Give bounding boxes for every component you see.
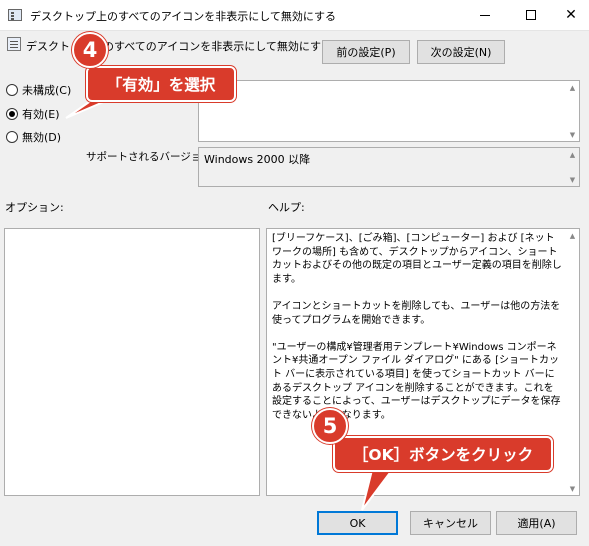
radio-enabled[interactable]: 有効(E) — [6, 106, 60, 122]
options-pane — [4, 228, 260, 496]
radio-circle-icon — [6, 131, 18, 143]
scroll-down-icon[interactable]: ▼ — [566, 173, 579, 186]
help-label: ヘルプ: — [268, 201, 305, 214]
scroll-down-icon[interactable]: ▼ — [566, 482, 579, 495]
next-setting-button[interactable]: 次の設定(N) — [417, 40, 505, 64]
policy-app-icon — [8, 9, 22, 21]
radio-disabled[interactable]: 無効(D) — [6, 129, 61, 145]
help-scrollbar[interactable]: ▲ ▼ — [566, 229, 579, 495]
step4-badge: 4 — [72, 32, 108, 68]
close-button[interactable]: ✕ — [553, 0, 589, 30]
supported-scrollbar[interactable]: ▲ ▼ — [566, 148, 579, 186]
callout-step5: ［OK］ボタンをクリック — [333, 436, 553, 472]
radio-label: 有効(E) — [22, 108, 60, 121]
setting-icon — [7, 37, 21, 51]
scroll-down-icon[interactable]: ▼ — [566, 128, 579, 141]
help-text: [ブリーフケース]、[ごみ箱]、[コンピューター] および [ネットワークの場所… — [272, 233, 562, 421]
apply-button[interactable]: 適用(A) — [496, 511, 577, 535]
window-title: デスクトップ上のすべてのアイコンを非表示にして無効にする — [30, 10, 337, 23]
ok-button[interactable]: OK — [317, 511, 398, 535]
supported-on-label: サポートされるバージョン: — [86, 151, 216, 163]
title-bar: デスクトップ上のすべてのアイコンを非表示にして無効にする ✕ — [0, 0, 589, 31]
close-icon: ✕ — [565, 7, 577, 23]
radio-not-configured[interactable]: 未構成(C) — [6, 82, 71, 98]
options-label: オプション: — [5, 201, 64, 214]
supported-on-box: Windows 2000 以降 ▲ ▼ — [198, 147, 580, 187]
previous-setting-button[interactable]: 前の設定(P) — [322, 40, 410, 64]
callout-step4: 「有効」を選択 — [86, 66, 236, 102]
minimize-icon — [480, 14, 490, 16]
scroll-up-icon[interactable]: ▲ — [566, 81, 579, 94]
supported-on-value: Windows 2000 以降 — [204, 153, 311, 166]
maximize-icon — [526, 10, 536, 20]
maximize-button[interactable] — [508, 0, 554, 30]
radio-label: 未構成(C) — [22, 84, 72, 97]
comment-scrollbar[interactable]: ▲ ▼ — [566, 81, 579, 141]
cancel-button[interactable]: キャンセル — [410, 511, 491, 535]
radio-checked-icon — [6, 108, 18, 120]
scroll-up-icon[interactable]: ▲ — [566, 229, 579, 242]
scroll-up-icon[interactable]: ▲ — [566, 148, 579, 161]
callout-4-pointer — [65, 99, 109, 119]
step5-badge: 5 — [312, 408, 348, 444]
radio-label: 無効(D) — [22, 131, 62, 144]
minimize-button[interactable] — [462, 0, 508, 30]
comment-textarea[interactable]: ▲ ▼ — [198, 80, 580, 142]
radio-circle-icon — [6, 84, 18, 96]
